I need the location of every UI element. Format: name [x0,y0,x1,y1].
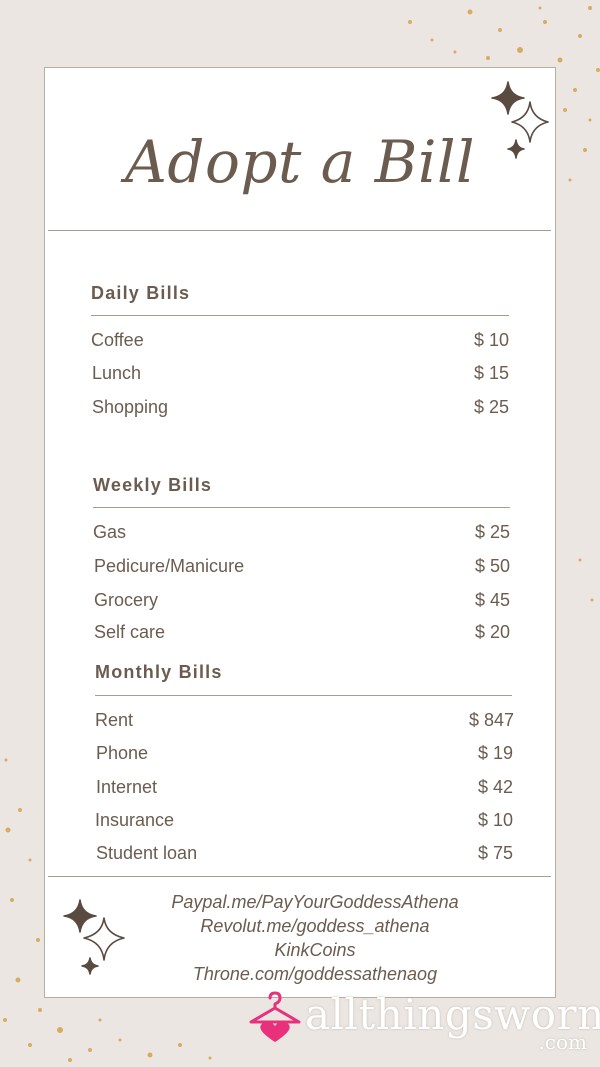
bill-price: $ 75 [477,843,513,863]
bill-name: Self care [94,622,166,642]
bill-price: $ 847 [468,710,514,730]
bill-name: Internet [96,777,158,797]
brand-watermark: allthingsworn .com [247,990,600,1060]
bill-price: $ 10 [473,330,509,350]
page-title: Adopt a Bill [124,128,476,196]
footer-divider [48,876,551,877]
bill-price: $ 20 [474,622,510,642]
hanger-heart-icon [249,991,301,1042]
bill-price: $ 25 [473,397,509,417]
section-divider [95,695,512,696]
bill-name: Pedicure/Manicure [94,556,245,576]
section-divider [91,315,509,316]
bill-name: Insurance [95,810,175,830]
bill-name: Phone [96,743,149,763]
bill-name: Coffee [91,330,144,350]
bill-price: $ 15 [473,363,509,383]
bill-price: $ 42 [477,777,513,797]
bill-name: Grocery [94,590,159,610]
title-divider [48,230,551,231]
payment-link-throne[interactable]: Throne.com/goddessathenaog [90,962,540,986]
payment-links: Paypal.me/PayYourGoddessAthena Revolut.m… [90,890,540,986]
payment-link-kinkcoins[interactable]: KinkCoins [90,938,540,962]
payment-link-paypal[interactable]: Paypal.me/PayYourGoddessAthena [90,890,540,914]
bill-name: Student loan [96,843,198,863]
bill-price: $ 45 [474,590,510,610]
section-heading-weekly: Weekly Bills [93,475,213,495]
bill-name: Lunch [92,363,142,383]
bill-name: Shopping [92,397,169,417]
bill-price: $ 10 [477,810,513,830]
section-divider [93,507,510,508]
brand-suffix: .com [538,1030,587,1054]
bill-price: $ 19 [477,743,513,763]
bill-price: $ 25 [474,522,510,542]
bill-price: $ 50 [474,556,510,576]
bill-name: Gas [93,522,127,542]
payment-link-revolut[interactable]: Revolut.me/goddess_athena [90,914,540,938]
bill-name: Rent [95,710,134,730]
section-heading-monthly: Monthly Bills [95,662,223,682]
section-heading-daily: Daily Bills [91,283,191,303]
